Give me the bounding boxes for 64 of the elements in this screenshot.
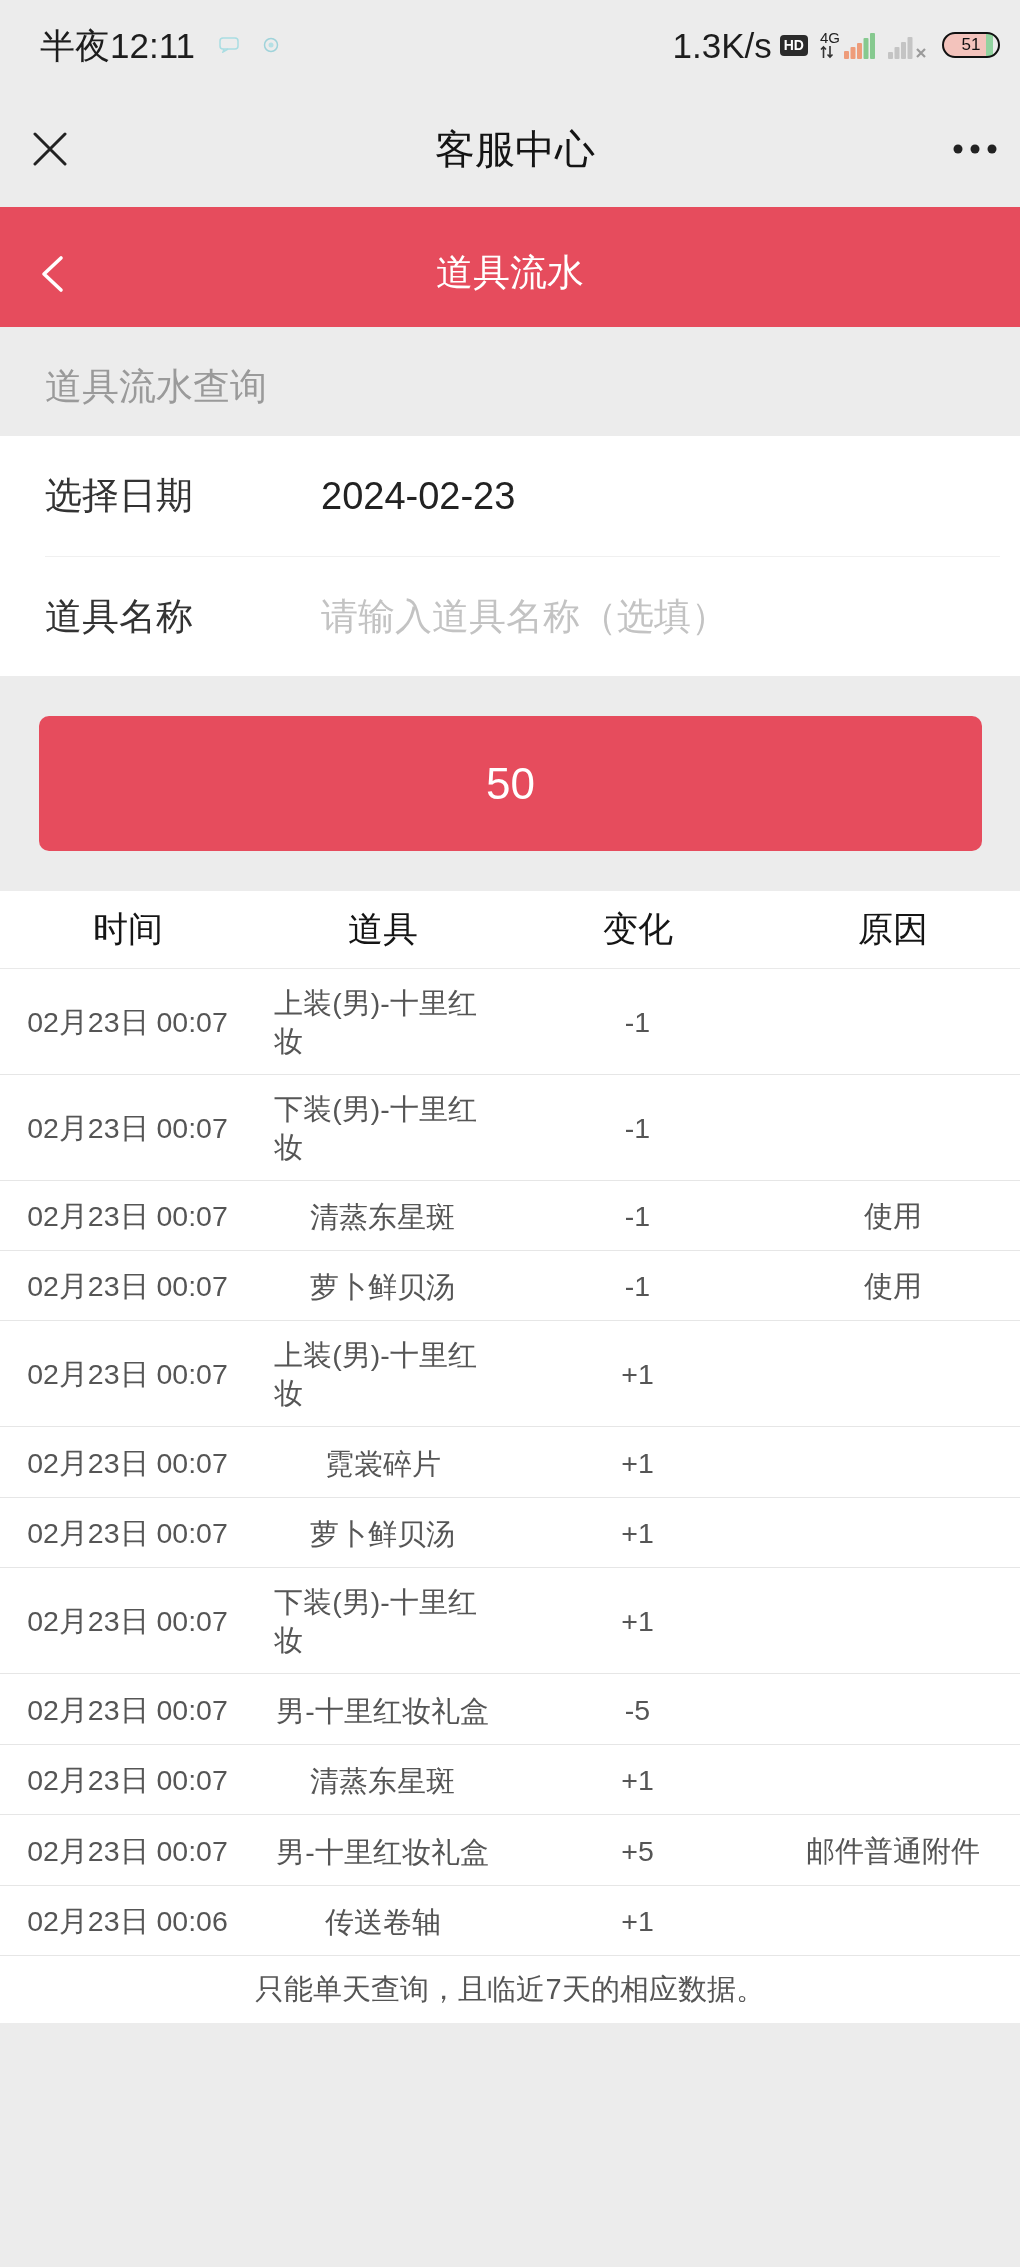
column-header: 原因 [765, 891, 1020, 968]
network-speed: 1.3K/s [672, 27, 772, 63]
chat-bubble-icon [219, 37, 239, 53]
time-cell: 02月23日 00:07 [27, 1199, 228, 1232]
item-cell-text: 传送卷轴 [324, 1905, 441, 1941]
time-cell: 02月23日 00:07 [27, 1270, 228, 1303]
item-cell-text: 下装(男)-十里红妆 [274, 1585, 478, 1659]
change-cell: -5 [624, 1693, 651, 1726]
header-title: 客服中心 [435, 125, 595, 173]
ring-icon [263, 37, 279, 53]
time-cell: 02月23日 00:07 [27, 1517, 228, 1550]
time-cell: 02月23日 00:07 [27, 1605, 228, 1638]
change-cell: +1 [621, 1764, 654, 1797]
item-cell-text: 清蒸东星斑 [310, 1199, 455, 1235]
back-icon[interactable] [40, 255, 64, 293]
change-cell: -1 [624, 1111, 651, 1144]
updown-arrows-icon [820, 45, 834, 59]
time-cell: 02月23日 00:07 [27, 1358, 228, 1391]
change-cell: +1 [621, 1517, 654, 1550]
column-header: 变化 [510, 891, 765, 968]
query-button[interactable]: 50 [39, 716, 982, 851]
item-cell-text: 萝卜鲜贝汤 [310, 1517, 455, 1553]
battery-indicator: 51 [942, 32, 1000, 58]
column-header: 道具 [255, 891, 510, 968]
item-cell-text: 上装(男)-十里红妆 [274, 1338, 478, 1412]
time-cell: 02月23日 00:07 [27, 1005, 228, 1038]
section-title: 道具流水查询 [44, 364, 268, 409]
close-icon[interactable] [33, 131, 67, 166]
field-label: 道具名称 [45, 594, 194, 639]
item-cell-text: 清蒸东星斑 [310, 1764, 455, 1800]
item-cell-text: 上装(男)-十里红妆 [274, 985, 478, 1059]
footer-note: 只能单天查询，且临近7天的相应数据。 [0, 1956, 1020, 2024]
clock-time: 半夜12:11 [40, 27, 195, 63]
time-cell: 02月23日 00:07 [27, 1111, 228, 1144]
time-cell: 02月23日 00:06 [27, 1905, 228, 1937]
change-cell: +5 [621, 1834, 654, 1867]
item-cell-text: 男-十里红妆礼盒 [276, 1693, 489, 1729]
more-icon[interactable] [953, 143, 997, 154]
change-cell: -1 [624, 1270, 651, 1303]
page-title: 道具流水 [436, 251, 584, 296]
field-label: 选择日期 [45, 474, 194, 519]
time-cell: 02月23日 00:07 [27, 1693, 228, 1726]
item-cell-text: 男-十里红妆礼盒 [276, 1834, 489, 1870]
change-cell: +1 [621, 1605, 654, 1638]
time-cell: 02月23日 00:07 [27, 1446, 228, 1479]
column-header: 时间 [0, 891, 255, 968]
change-cell: +1 [621, 1446, 654, 1479]
change-cell: +1 [621, 1905, 654, 1937]
time-cell: 02月23日 00:07 [27, 1764, 228, 1797]
reason-cell: 邮件普通附件 [805, 1834, 980, 1867]
date-field[interactable]: 2024-02-23 [321, 467, 516, 525]
time-cell: 02月23日 00:07 [27, 1834, 228, 1867]
item-name-field[interactable]: 请输入道具名称（选填） [321, 588, 1000, 645]
change-cell: -1 [624, 1005, 651, 1038]
change-cell: +1 [621, 1358, 654, 1391]
network-type-label: 4G [820, 31, 840, 45]
item-cell-text: 霓裳碎片 [324, 1446, 441, 1482]
hd-badge: HD [779, 34, 808, 56]
item-cell-text: 下装(男)-十里红妆 [274, 1091, 478, 1165]
change-cell: -1 [624, 1199, 651, 1232]
reason-cell: 使用 [863, 1270, 922, 1303]
item-cell-text: 萝卜鲜贝汤 [310, 1270, 455, 1306]
signal-bars-icon [844, 31, 876, 59]
reason-cell: 使用 [863, 1199, 922, 1232]
